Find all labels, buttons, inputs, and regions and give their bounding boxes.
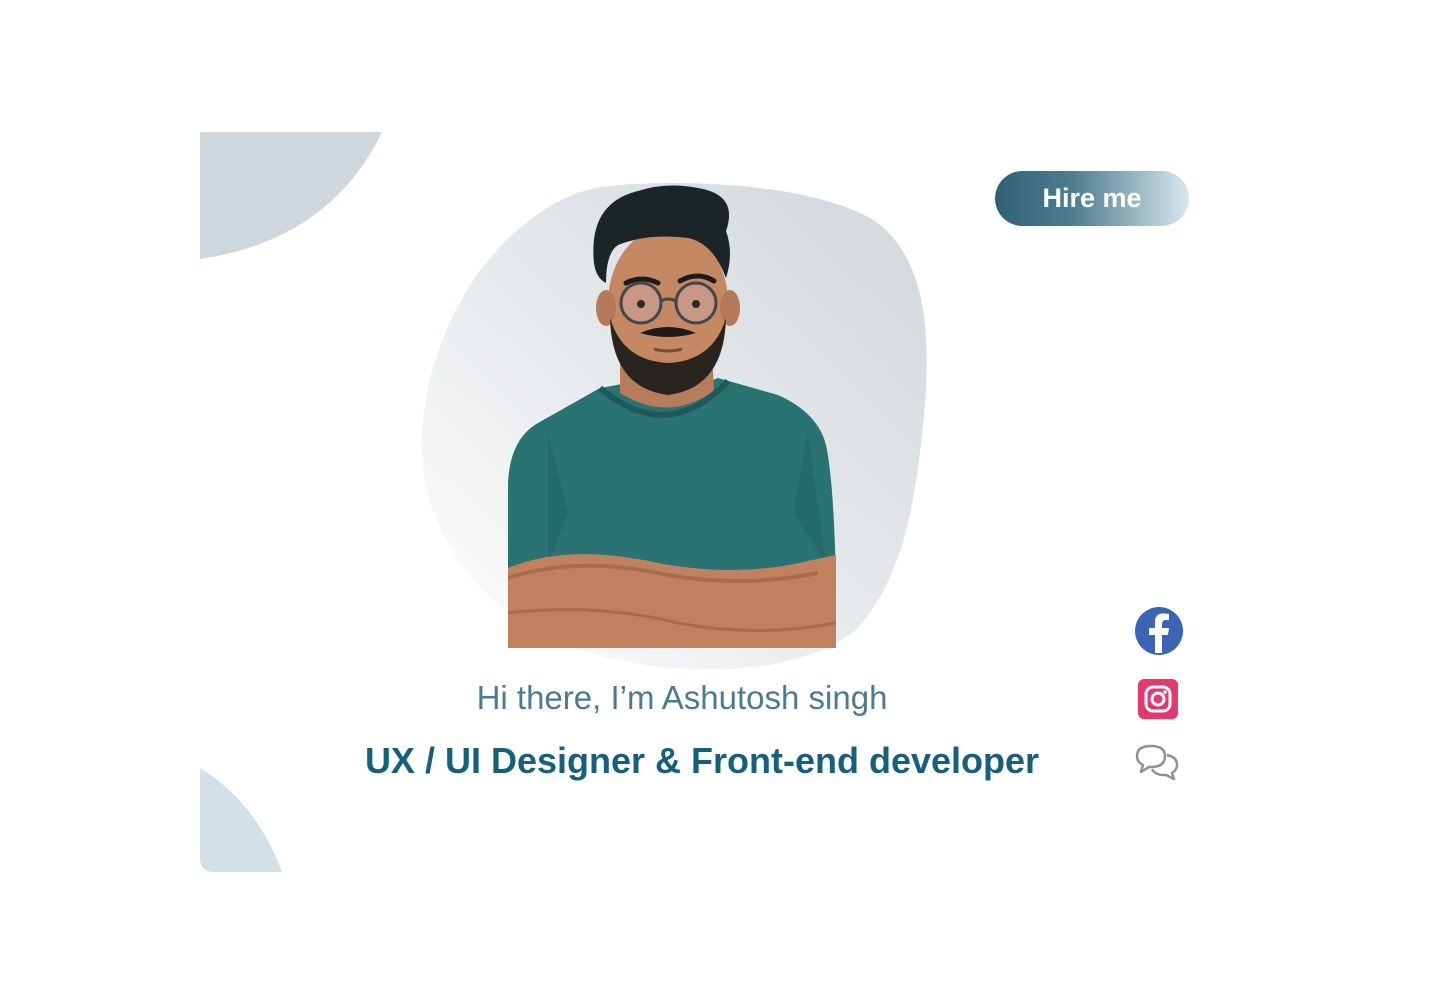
instagram-link[interactable] — [1138, 679, 1178, 719]
instagram-icon — [1144, 685, 1172, 713]
chat-bubbles-icon — [1135, 744, 1179, 781]
profile-photo — [508, 185, 836, 648]
facebook-icon — [1149, 613, 1169, 653]
role-title: UX / UI Designer & Front-end developer — [364, 740, 1040, 781]
facebook-link[interactable] — [1135, 607, 1183, 655]
chat-link[interactable] — [1133, 742, 1181, 782]
hire-me-button[interactable]: Hire me — [995, 171, 1189, 226]
